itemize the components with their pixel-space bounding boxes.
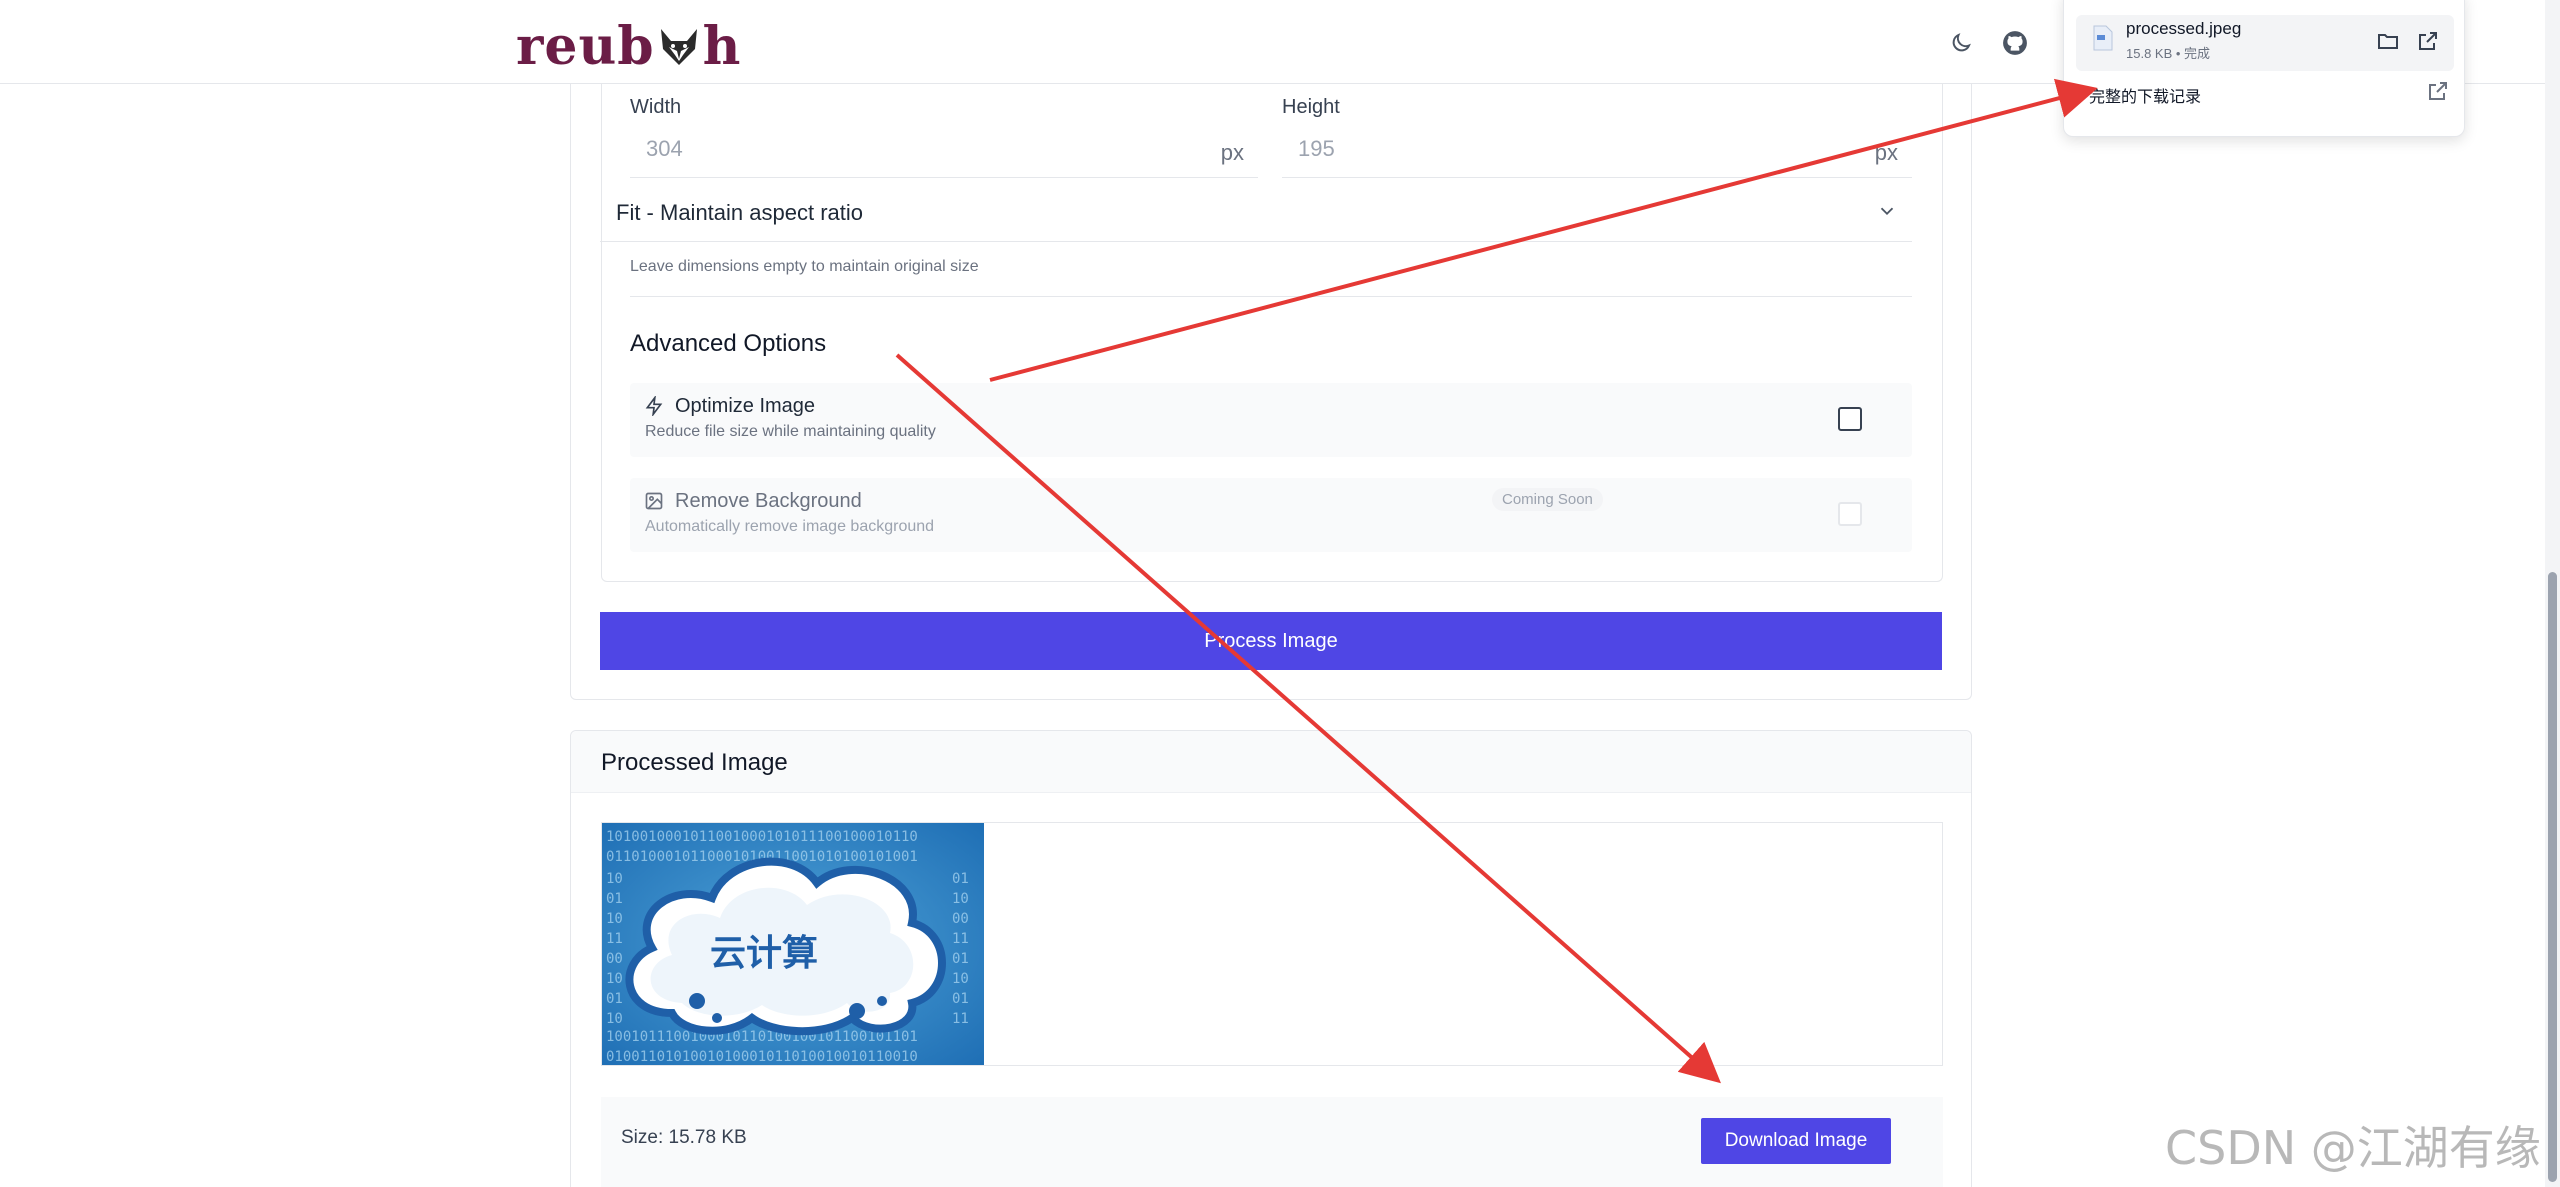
processed-image-header: Processed Image	[571, 731, 1971, 793]
image-icon	[645, 492, 663, 510]
logo[interactable]: reub h	[516, 16, 741, 77]
full-download-history-link[interactable]: 完整的下载记录	[2089, 83, 2201, 107]
remove-background-option: Remove Background Coming Soon Automatica…	[630, 478, 1912, 552]
svg-text:10: 10	[606, 971, 623, 987]
page-scrollbar[interactable]	[2545, 0, 2560, 1187]
height-unit: px	[1874, 140, 1898, 165]
svg-text:01: 01	[952, 991, 969, 1007]
coming-soon-badge: Coming Soon	[1492, 488, 1603, 511]
svg-text:10: 10	[606, 871, 623, 887]
svg-text:01: 01	[952, 951, 969, 967]
image-preview-area: 1010010001011001000101011100100010110 01…	[601, 822, 1943, 1066]
svg-text:10: 10	[606, 911, 623, 927]
optimize-image-desc: Reduce file size while maintaining quali…	[645, 423, 936, 440]
downloads-popup: processed.jpeg 15.8 KB • 完成 完整的下载记录	[2063, 0, 2465, 137]
svg-text:01: 01	[606, 891, 623, 907]
svg-text:01: 01	[952, 871, 969, 887]
optimize-image-title: Optimize Image	[675, 395, 816, 417]
remove-background-checkbox[interactable]	[1838, 502, 1862, 526]
height-input[interactable]: 195 px	[1282, 124, 1912, 178]
download-file-meta: 15.8 KB • 完成	[2126, 46, 2211, 61]
process-image-button[interactable]: Process Image	[600, 612, 1942, 670]
svg-text:11: 11	[606, 931, 623, 947]
thumbnail-caption: 云计算	[710, 933, 818, 974]
dimensions-hint: Leave dimensions empty to maintain origi…	[630, 258, 979, 275]
open-history-icon[interactable]	[2426, 79, 2450, 103]
fox-logo-icon	[660, 28, 697, 65]
svg-text:00: 00	[606, 951, 623, 967]
folder-icon[interactable]	[2376, 29, 2400, 53]
fit-mode-select[interactable]: Fit - Maintain aspect ratio	[600, 180, 1912, 242]
download-item[interactable]: processed.jpeg 15.8 KB • 完成	[2076, 15, 2454, 71]
section-divider	[630, 296, 1912, 297]
svg-text:10: 10	[952, 971, 969, 987]
svg-text:01: 01	[606, 991, 623, 1007]
svg-text:101001000101100100010101110010: 1010010001011001000101011100100010110	[606, 829, 918, 845]
chevron-down-icon	[1880, 207, 1894, 216]
file-icon	[2093, 25, 2113, 51]
logo-text-left: reub	[516, 16, 655, 77]
svg-text:010011010100101000101101001001: 0100110101001010001011010010010110010	[606, 1049, 918, 1065]
processed-image-title: Processed Image	[601, 749, 788, 776]
height-value: 195	[1298, 136, 1335, 161]
processed-image-footer: Size: 15.78 KB Download Image	[601, 1097, 1943, 1187]
csdn-watermark: CSDN @江湖有缘	[2165, 1121, 2541, 1175]
svg-text:11: 11	[952, 931, 969, 947]
width-unit: px	[1220, 140, 1244, 165]
optimize-image-checkbox[interactable]	[1838, 407, 1862, 431]
processed-image-card: Processed Image 101001000101100100010101…	[570, 730, 1972, 1187]
svg-text:10: 10	[952, 891, 969, 907]
width-input[interactable]: 304 px	[630, 124, 1258, 178]
github-icon[interactable]	[1998, 26, 2032, 60]
width-label: Width	[630, 96, 682, 118]
logo-text-right: h	[702, 16, 742, 77]
download-image-button[interactable]: Download Image	[1701, 1118, 1891, 1164]
svg-text:11: 11	[952, 1011, 969, 1027]
file-size-text: Size: 15.78 KB	[621, 1127, 747, 1148]
remove-background-desc: Automatically remove image background	[645, 518, 935, 535]
svg-text:10: 10	[606, 1011, 623, 1027]
advanced-options-title: Advanced Options	[630, 330, 827, 357]
remove-background-title: Remove Background	[675, 490, 862, 512]
open-external-icon[interactable]	[2416, 29, 2440, 53]
moon-icon[interactable]	[1944, 26, 1978, 60]
lightning-icon	[645, 396, 663, 416]
height-label: Height	[1282, 96, 1340, 118]
download-file-name: processed.jpeg	[2126, 19, 2242, 38]
processed-image-thumbnail: 1010010001011001000101011100100010110 01…	[602, 823, 984, 1065]
svg-text:00: 00	[952, 911, 969, 927]
width-value: 304	[646, 136, 683, 161]
optimize-image-option[interactable]: Optimize Image Reduce file size while ma…	[630, 383, 1912, 457]
fit-mode-value: Fit - Maintain aspect ratio	[616, 200, 863, 225]
scrollbar-thumb[interactable]	[2548, 572, 2557, 1182]
